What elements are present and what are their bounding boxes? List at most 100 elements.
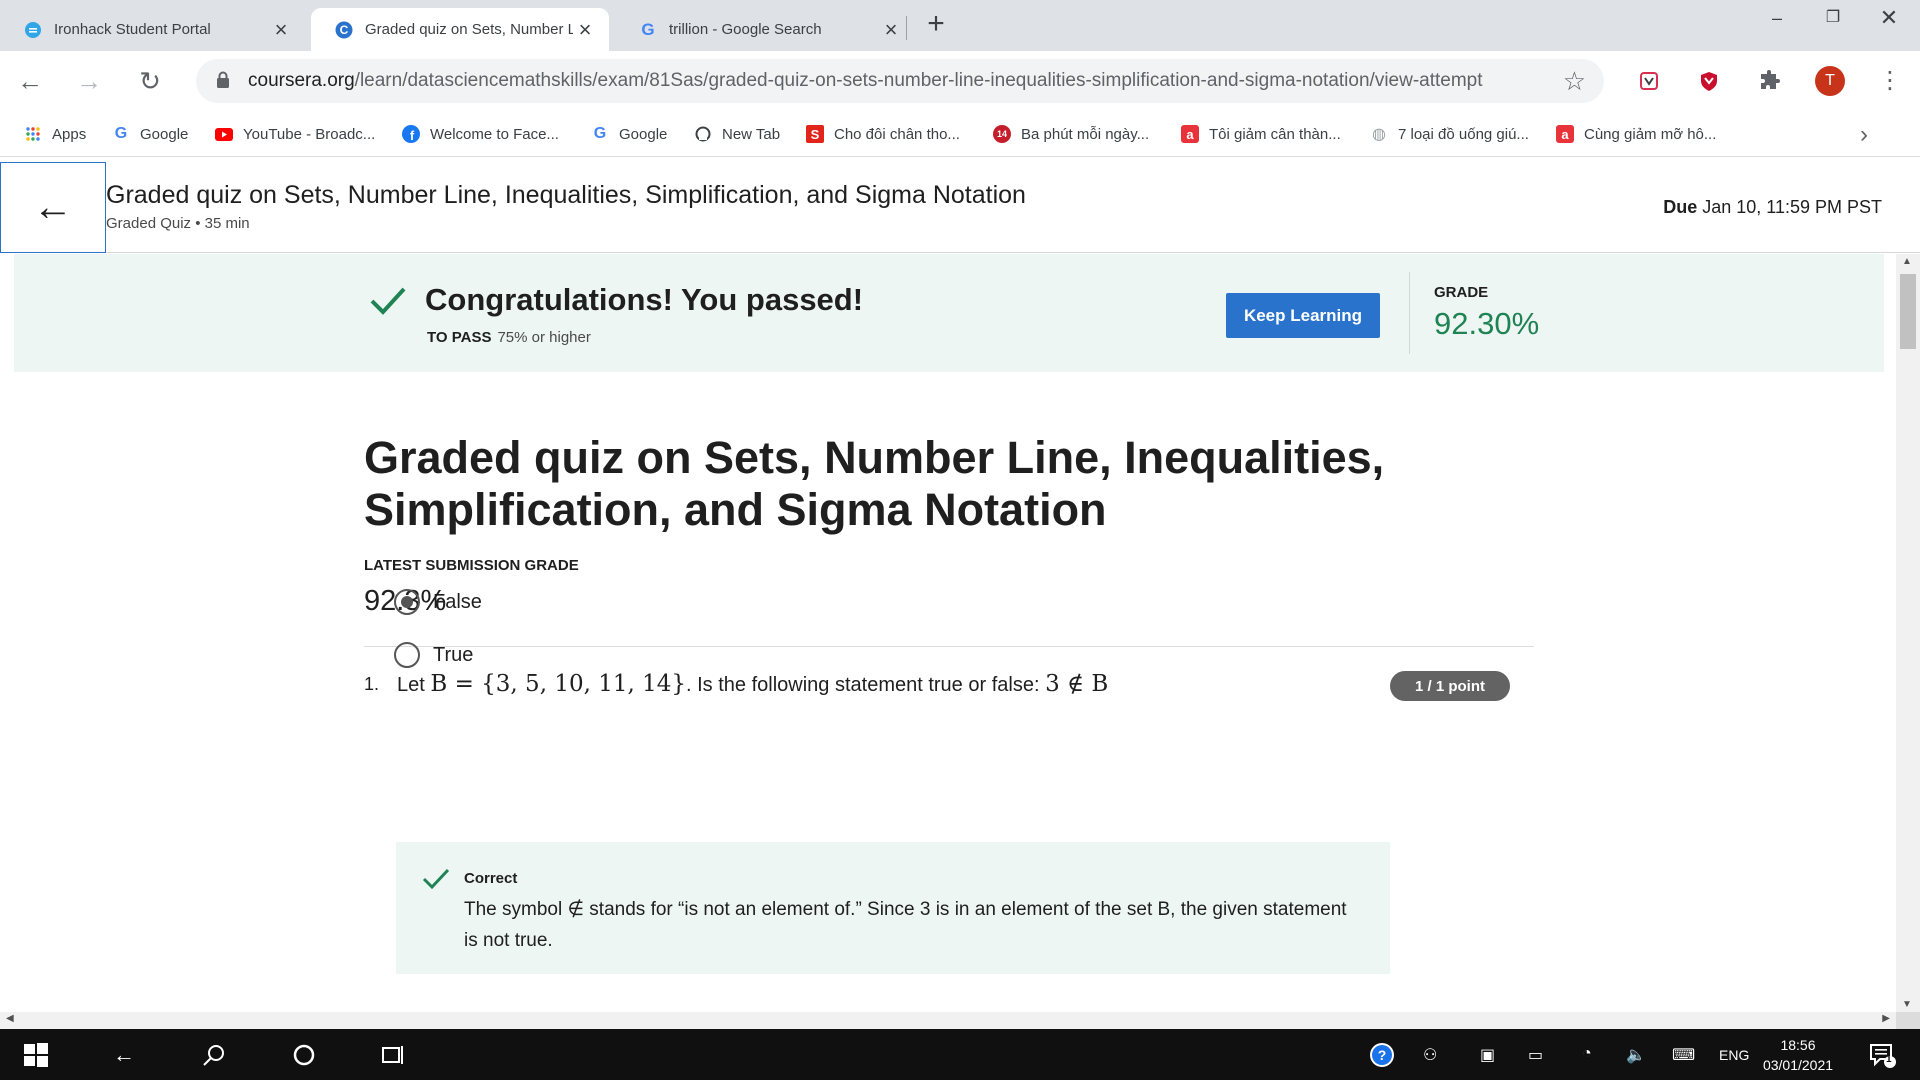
restore-window-button[interactable]: ❐ [1810,6,1856,30]
bookmark-label: Google [619,125,668,143]
site-a-icon: a [1181,125,1199,143]
battery-icon[interactable]: ▭ [1528,1045,1543,1065]
vertical-scrollbar[interactable]: ▲ ▼ [1896,254,1920,1012]
browser-toolbar: ← → ↻ coursera.org/learn/datasciencemath… [0,51,1920,111]
scroll-up-icon[interactable]: ▲ [1902,256,1912,267]
tab-separator [906,16,907,40]
bookmark-label: Cùng giảm mỡ hô... [1584,125,1717,143]
due-value: Jan 10, 11:59 PM PST [1702,197,1882,217]
scrollbar-corner [1896,1012,1920,1029]
back-button[interactable]: ← [0,162,106,253]
lock-icon [216,71,230,89]
apps-grid-icon [24,125,42,143]
close-tab-icon[interactable]: × [573,17,597,42]
tab-google-search[interactable]: G trillion - Google Search × [615,8,915,51]
keep-learning-button[interactable]: Keep Learning [1226,293,1380,338]
bookmark-youtube[interactable]: YouTube - Broadc... [215,121,375,147]
google-icon: G [114,125,128,142]
radio-selected-icon[interactable] [394,589,420,615]
bookmark-star-icon[interactable]: ☆ [1563,67,1586,95]
cortana-icon[interactable] [290,1041,318,1069]
bookmark-cho-doi-chan[interactable]: S Cho đôi chân tho... [806,121,960,147]
scroll-down-icon[interactable]: ▼ [1902,999,1912,1010]
language-indicator[interactable]: ENG [1719,1047,1749,1063]
points-badge: 1 / 1 point [1390,671,1510,701]
chevron-right-icon[interactable]: › [1860,121,1868,149]
bookmark-new-tab[interactable]: New Tab [694,121,780,147]
minimize-window-button[interactable]: – [1754,6,1800,30]
bookmark-label: YouTube - Broadc... [243,125,376,143]
bookmark-ba-phut[interactable]: 14 Ba phút mỗi ngày... [993,121,1149,147]
url-text: coursera.org/learn/datasciencemathskills… [248,70,1483,92]
close-window-button[interactable]: ✕ [1866,6,1912,30]
svg-text:?: ? [1378,1047,1387,1063]
bookmark-label: Apps [52,125,87,143]
grade-label: GRADE [1434,284,1489,301]
extension-mcafee-icon[interactable] [1694,66,1724,96]
back-arrow-icon[interactable]: ← [110,1041,138,1069]
bookmark-cung-giam-mo[interactable]: a Cùng giảm mỡ hô... [1556,121,1716,147]
device-icon[interactable]: ▣ [1480,1045,1495,1065]
browser-tab-strip: Ironhack Student Portal × C Graded quiz … [0,0,1920,51]
address-bar[interactable]: coursera.org/learn/datasciencemathskills… [196,59,1604,103]
bookmark-google-2[interactable]: G Google [591,121,668,147]
volume-icon[interactable]: 🔈 [1626,1045,1646,1065]
scroll-right-icon[interactable]: ▶ [1882,1013,1890,1024]
url-host: coursera.org [248,70,355,91]
svg-text:C: C [340,23,349,37]
feedback-box: Correct The symbol ∉ stands for “is not … [396,842,1390,974]
horizontal-scrollbar[interactable]: ◀ ▶ [0,1012,1896,1029]
new-tab-button[interactable]: + [922,9,950,39]
people-icon[interactable]: ⚇ [1423,1045,1437,1065]
new-tab-page-icon [694,125,712,143]
facebook-icon: f [402,125,420,143]
bookmark-label: Welcome to Face... [430,125,559,143]
google-icon: G [593,125,607,142]
scrollbar-thumb[interactable] [1900,274,1916,349]
site-s-icon: S [806,125,824,143]
help-icon[interactable]: ? [1368,1041,1396,1069]
radio-unselected-icon[interactable] [394,642,420,668]
question-number: 1. [364,674,380,694]
task-view-icon[interactable] [380,1041,408,1069]
tab-title: trillion - Google Search [669,21,822,38]
main-content: Congratulations! You passed! TO PASS 75% … [0,254,1896,1012]
course-header: ← Graded quiz on Sets, Number Line, Ineq… [0,160,1920,253]
bookmark-facebook[interactable]: f Welcome to Face... [402,121,559,147]
bookmark-google[interactable]: G Google [112,121,189,147]
bookmark-toi-giam-can[interactable]: a Tôi giảm cân thàn... [1181,121,1341,147]
due-label: Due [1663,197,1698,217]
ironhack-favicon-icon [24,21,42,39]
browser-menu-icon[interactable]: ⋮ [1878,65,1902,97]
wifi-icon[interactable]: ◔ [1582,1045,1592,1063]
latest-grade-label: LATEST SUBMISSION GRADE [364,557,579,574]
tab-ironhack[interactable]: Ironhack Student Portal × [0,8,305,51]
close-tab-icon[interactable]: × [269,17,293,42]
option-false[interactable]: False [394,587,482,617]
system-clock[interactable]: 18:56 03/01/2021 [1756,1035,1840,1075]
url-path: /learn/datasciencemathskills/exam/81Sas/… [354,70,1483,91]
page-title: Graded quiz on Sets, Number Line, Inequa… [364,432,1385,535]
bookmark-7-loai[interactable]: ◍ 7 loại đồ uống giú... [1370,121,1529,147]
option-label: False [433,590,482,613]
back-arrow-icon[interactable]: ← [14,65,46,97]
windows-start-icon[interactable] [22,1041,50,1069]
bookmark-label: Ba phút mỗi ngày... [1021,125,1150,143]
tab-coursera-quiz[interactable]: C Graded quiz on Sets, Number Line × [311,8,609,51]
notification-count: 1 [1886,1054,1892,1065]
close-tab-icon[interactable]: × [879,17,903,42]
scroll-left-icon[interactable]: ◀ [6,1013,14,1024]
notification-center-icon[interactable]: 1 [1868,1041,1896,1069]
forward-arrow-icon[interactable]: → [73,65,105,97]
grade-value: 92.30% [1434,306,1540,341]
option-true[interactable]: True [394,640,473,670]
reload-icon[interactable]: ↻ [134,65,166,97]
bookmark-label: New Tab [722,125,781,143]
keyboard-icon[interactable]: ⌨ [1672,1045,1695,1065]
extension-shield-icon[interactable] [1634,66,1664,96]
bookmark-apps[interactable]: Apps [24,121,86,147]
extensions-puzzle-icon[interactable] [1754,66,1784,96]
search-icon[interactable] [200,1041,228,1069]
profile-avatar[interactable]: T [1815,66,1845,96]
bookmark-label: Cho đôi chân tho... [834,125,960,143]
